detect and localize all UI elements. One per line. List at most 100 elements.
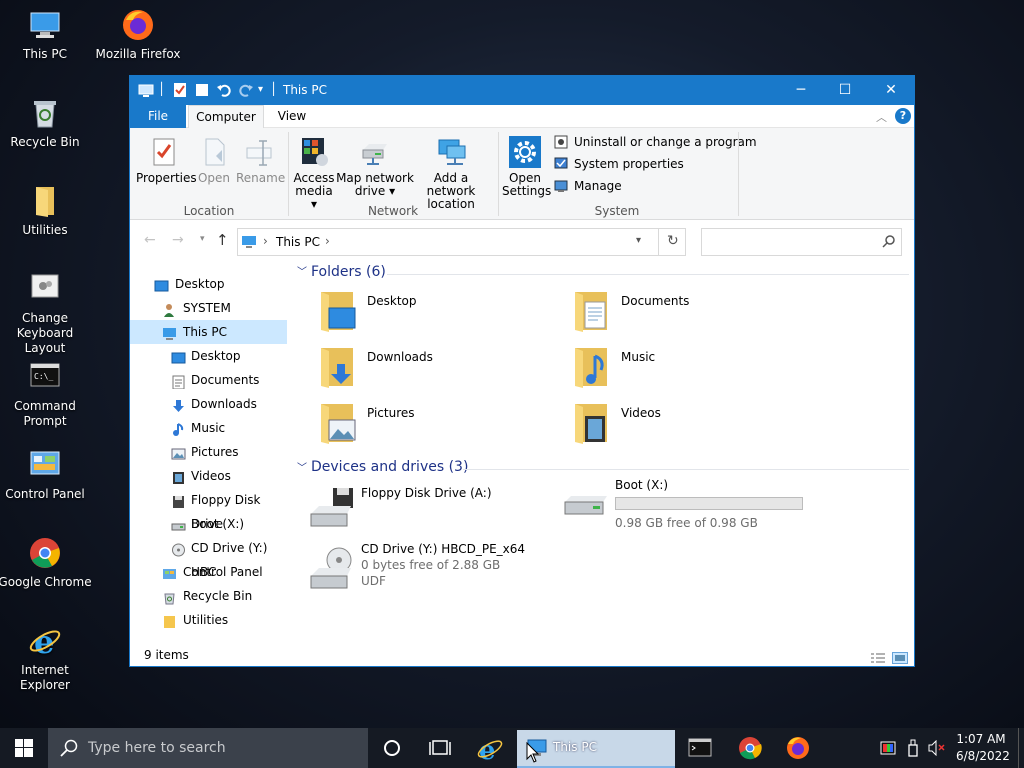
tab-view[interactable]: View bbox=[270, 105, 314, 128]
title-bar[interactable]: │ ▾ │ This PC ─ ☐ ✕ bbox=[130, 76, 914, 105]
forward-arrow-icon[interactable]: → bbox=[172, 232, 184, 248]
nav-item-pictures[interactable]: Pictures bbox=[130, 440, 287, 464]
open-button[interactable]: Open bbox=[194, 136, 234, 185]
large-icons-view-icon[interactable] bbox=[892, 649, 908, 671]
color-app-tray-icon[interactable] bbox=[880, 740, 896, 759]
clock-time[interactable]: 1:07 AM bbox=[956, 732, 1006, 746]
breadcrumb-chevron-icon[interactable]: › bbox=[325, 234, 330, 248]
chrome-icon bbox=[28, 536, 62, 570]
folder-desktop[interactable]: Desktop bbox=[315, 290, 555, 338]
collapse-ribbon-icon[interactable]: ︿ bbox=[876, 109, 887, 125]
firefox-icon bbox=[121, 8, 155, 42]
rename-button[interactable]: Rename bbox=[236, 136, 285, 185]
nav-item-this-pc[interactable]: This PC bbox=[130, 320, 287, 344]
nav-item-cd-drive[interactable]: CD Drive (Y:) HBC bbox=[130, 536, 287, 579]
taskbar-chrome[interactable] bbox=[726, 728, 774, 768]
minimize-button[interactable]: ─ bbox=[778, 76, 824, 105]
desktop-icon-command-prompt[interactable]: C:\_ Command Prompt bbox=[0, 360, 93, 429]
taskbar-this-pc-button[interactable]: This PC bbox=[517, 730, 675, 768]
folder-downloads[interactable]: Downloads bbox=[315, 346, 555, 394]
task-view-button[interactable] bbox=[416, 728, 464, 768]
undo-icon[interactable] bbox=[216, 82, 232, 98]
properties-button[interactable]: Properties bbox=[136, 136, 197, 185]
desktop-icon-label: Mozilla Firefox bbox=[95, 47, 181, 61]
nav-item-system[interactable]: SYSTEM bbox=[130, 296, 287, 320]
desktop-icon-chrome[interactable]: Google Chrome bbox=[0, 536, 93, 590]
close-button[interactable]: ✕ bbox=[868, 76, 914, 105]
drive-floppy[interactable]: Floppy Disk Drive (A:) bbox=[309, 486, 569, 542]
taskbar-search-input[interactable]: Type here to search bbox=[88, 740, 226, 756]
taskbar-ie[interactable]: e bbox=[466, 728, 514, 768]
folder-icon bbox=[28, 184, 62, 218]
nav-item-downloads[interactable]: Downloads bbox=[130, 392, 287, 416]
nav-item-documents[interactable]: Documents bbox=[130, 368, 287, 392]
folder-videos[interactable]: Videos bbox=[569, 402, 809, 450]
start-button[interactable] bbox=[0, 728, 48, 768]
cortana-button[interactable] bbox=[368, 728, 416, 768]
volume-muted-icon[interactable] bbox=[928, 739, 946, 759]
nav-item-floppy[interactable]: Floppy Disk Drive bbox=[130, 488, 287, 531]
nav-item-desktop-root[interactable]: Desktop bbox=[130, 272, 287, 296]
help-button[interactable]: ? bbox=[895, 108, 911, 124]
collapse-folders-icon[interactable]: ﹀ bbox=[297, 262, 307, 284]
clock-date[interactable]: 6/8/2022 bbox=[956, 749, 1010, 763]
nav-item-recycle-bin[interactable]: Recycle Bin bbox=[130, 584, 287, 608]
properties-icon[interactable] bbox=[172, 82, 188, 98]
recent-locations-icon[interactable]: ▾ bbox=[200, 234, 205, 244]
folders-section-header[interactable]: Folders (6) bbox=[311, 264, 386, 280]
system-properties-icon bbox=[554, 157, 568, 171]
drive-boot[interactable]: Boot (X:) 0.98 GB free of 0.98 GB bbox=[563, 478, 823, 534]
open-settings-button[interactable]: Open Settings bbox=[502, 136, 551, 198]
collapse-drives-icon[interactable]: ﹀ bbox=[297, 458, 307, 480]
music-note-icon bbox=[171, 421, 186, 436]
desktop-icon-keyboard-layout[interactable]: Change Keyboard Layout bbox=[0, 272, 93, 356]
desktop-icon-this-pc[interactable]: This PC bbox=[0, 8, 93, 62]
folder-icon bbox=[162, 613, 177, 628]
manage-icon bbox=[554, 179, 568, 193]
ie-icon: e bbox=[28, 623, 62, 661]
taskbar-firefox[interactable] bbox=[774, 728, 822, 768]
desktop-icon-recycle-bin[interactable]: Recycle Bin bbox=[0, 96, 93, 150]
add-network-location-button[interactable]: Add a network location bbox=[412, 136, 490, 211]
nav-item-control-panel[interactable]: Control Panel bbox=[130, 560, 287, 584]
refresh-icon[interactable]: ↻ bbox=[667, 233, 679, 249]
drive-cd[interactable]: CD Drive (Y:) HBCD_PE_x64 0 bytes free o… bbox=[309, 542, 569, 606]
maximize-button[interactable]: ☐ bbox=[822, 76, 868, 105]
desktop-icon-firefox[interactable]: Mozilla Firefox bbox=[90, 8, 186, 62]
folder-music[interactable]: Music bbox=[569, 346, 809, 394]
drives-section-header[interactable]: Devices and drives (3) bbox=[311, 459, 468, 475]
svg-text:e: e bbox=[34, 624, 54, 658]
breadcrumb[interactable]: This PC bbox=[276, 235, 320, 249]
address-bar[interactable]: › This PC › ▾ ↻ bbox=[237, 228, 686, 256]
tab-computer[interactable]: Computer bbox=[188, 105, 264, 128]
taskbar-command-prompt[interactable] bbox=[676, 728, 724, 768]
up-arrow-icon[interactable]: ↑ bbox=[216, 231, 229, 249]
details-view-icon[interactable] bbox=[870, 649, 886, 671]
usb-device-icon[interactable] bbox=[906, 739, 920, 760]
nav-item-utilities[interactable]: Utilities bbox=[130, 608, 287, 632]
manage-button[interactable]: Manage bbox=[554, 176, 622, 196]
access-media-button[interactable]: Access media ▾ bbox=[292, 136, 336, 211]
folder-documents[interactable]: Documents bbox=[569, 290, 809, 338]
uninstall-program-button[interactable]: Uninstall or change a program bbox=[554, 132, 757, 152]
show-desktop-button[interactable] bbox=[1018, 728, 1024, 768]
search-box[interactable] bbox=[701, 228, 902, 256]
breadcrumb-chevron-icon[interactable]: › bbox=[263, 234, 268, 248]
desktop-icon-ie[interactable]: e Internet Explorer bbox=[0, 623, 93, 693]
redo-icon[interactable] bbox=[238, 82, 254, 98]
desktop-icon-control-panel[interactable]: Control Panel bbox=[0, 448, 93, 502]
nav-item-videos[interactable]: Videos bbox=[130, 464, 287, 488]
address-dropdown-icon[interactable]: ▾ bbox=[636, 235, 641, 246]
system-properties-button[interactable]: System properties bbox=[554, 154, 684, 174]
nav-item-music[interactable]: Music bbox=[130, 416, 287, 440]
back-arrow-icon[interactable]: ← bbox=[144, 232, 156, 248]
folder-pictures[interactable]: Pictures bbox=[315, 402, 555, 450]
search-icon[interactable] bbox=[882, 234, 896, 251]
tab-file[interactable]: File bbox=[130, 105, 186, 128]
nav-item-desktop[interactable]: Desktop bbox=[130, 344, 287, 368]
new-folder-icon[interactable] bbox=[194, 82, 210, 98]
desktop-icon-utilities[interactable]: Utilities bbox=[0, 184, 93, 238]
nav-item-boot-drive[interactable]: Boot (X:) bbox=[130, 512, 287, 536]
map-network-drive-button[interactable]: Map network drive ▾ bbox=[336, 136, 414, 198]
taskbar-search-box[interactable]: Type here to search bbox=[48, 728, 368, 768]
